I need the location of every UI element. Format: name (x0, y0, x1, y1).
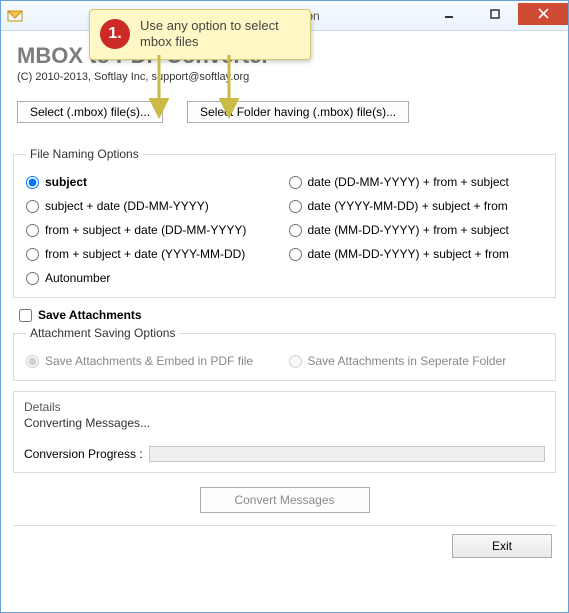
select-mbox-button[interactable]: Select (.mbox) file(s)... (17, 101, 163, 123)
attachment-options-grid: Save Attachments & Embed in PDF file Sav… (26, 354, 543, 368)
progress-row: Conversion Progress : (24, 446, 545, 462)
app-window: 0 - Licensed Version MBOX to PDF Convert… (0, 0, 569, 613)
file-naming-radio[interactable] (289, 248, 302, 261)
file-naming-option[interactable]: from + subject + date (DD-MM-YYYY) (26, 223, 281, 237)
file-naming-label: date (DD-MM-YYYY) + from + subject (308, 175, 509, 189)
callout-text: Use any option to select mbox files (140, 18, 300, 51)
file-naming-option[interactable]: date (MM-DD-YYYY) + subject + from (289, 247, 544, 261)
callout-number: 1. (100, 19, 130, 49)
save-attachments-row[interactable]: Save Attachments (19, 308, 556, 322)
progress-label: Conversion Progress : (24, 447, 143, 461)
exit-row: Exit (13, 534, 556, 558)
callout-box: 1. Use any option to select mbox files (89, 9, 311, 60)
file-naming-option[interactable]: from + subject + date (YYYY-MM-DD) (26, 247, 281, 261)
attach-separate-label: Save Attachments in Seperate Folder (308, 354, 507, 368)
file-naming-legend: File Naming Options (26, 147, 143, 161)
file-naming-label: from + subject + date (YYYY-MM-DD) (45, 247, 245, 261)
maximize-button[interactable] (472, 3, 518, 25)
attach-separate-radio (289, 355, 302, 368)
select-folder-button[interactable]: Select Folder having (.mbox) file(s)... (187, 101, 409, 123)
file-naming-radio[interactable] (289, 176, 302, 189)
file-naming-option[interactable]: subject + date (DD-MM-YYYY) (26, 199, 281, 213)
converting-text: Converting Messages... (24, 416, 545, 430)
convert-row: Convert Messages (13, 487, 556, 513)
file-naming-label: from + subject + date (DD-MM-YYYY) (45, 223, 246, 237)
attachment-options-legend: Attachment Saving Options (26, 326, 179, 340)
file-naming-radio[interactable] (26, 200, 39, 213)
file-naming-option[interactable]: subject (26, 175, 281, 189)
file-naming-option[interactable]: date (YYYY-MM-DD) + subject + from (289, 199, 544, 213)
help-callout: 1. Use any option to select mbox files (89, 9, 311, 60)
attachment-options-fieldset: Attachment Saving Options Save Attachmen… (13, 326, 556, 381)
file-naming-option[interactable]: date (DD-MM-YYYY) + from + subject (289, 175, 544, 189)
close-button[interactable] (518, 3, 568, 25)
attach-separate-option: Save Attachments in Seperate Folder (289, 354, 544, 368)
app-icon (7, 8, 23, 24)
file-naming-label: subject + date (DD-MM-YYYY) (45, 199, 209, 213)
file-naming-label: subject (45, 175, 87, 189)
attach-embed-label: Save Attachments & Embed in PDF file (45, 354, 253, 368)
file-naming-option[interactable]: Autonumber (26, 271, 281, 285)
details-box: Details Converting Messages... Conversio… (13, 391, 556, 473)
file-naming-radio[interactable] (289, 224, 302, 237)
attach-embed-option: Save Attachments & Embed in PDF file (26, 354, 281, 368)
copyright-text: (C) 2010-2013, Softlay Inc, support@soft… (17, 71, 556, 83)
file-naming-label: Autonumber (45, 271, 110, 285)
save-attachments-checkbox[interactable] (19, 309, 32, 322)
progress-bar (149, 446, 545, 462)
window-controls (426, 3, 568, 25)
client-area: MBOX to PDF Converter (C) 2010-2013, Sof… (1, 31, 568, 612)
divider (13, 525, 556, 526)
file-naming-fieldset: File Naming Options subject date (DD-MM-Y… (13, 147, 556, 298)
file-naming-radio[interactable] (289, 200, 302, 213)
select-row: Select (.mbox) file(s)... Select Folder … (17, 101, 556, 123)
file-naming-label: date (MM-DD-YYYY) + subject + from (308, 247, 509, 261)
file-naming-radio[interactable] (26, 224, 39, 237)
file-naming-label: date (YYYY-MM-DD) + subject + from (308, 199, 508, 213)
exit-button[interactable]: Exit (452, 534, 552, 558)
details-legend: Details (24, 400, 545, 414)
file-naming-radio[interactable] (26, 248, 39, 261)
file-naming-label: date (MM-DD-YYYY) + from + subject (308, 223, 509, 237)
convert-button[interactable]: Convert Messages (200, 487, 370, 513)
file-naming-radio[interactable] (26, 176, 39, 189)
minimize-button[interactable] (426, 3, 472, 25)
save-attachments-label: Save Attachments (38, 308, 142, 322)
file-naming-radio[interactable] (26, 272, 39, 285)
file-naming-grid: subject date (DD-MM-YYYY) + from + subjec… (26, 175, 543, 285)
file-naming-option[interactable]: date (MM-DD-YYYY) + from + subject (289, 223, 544, 237)
attach-embed-radio (26, 355, 39, 368)
